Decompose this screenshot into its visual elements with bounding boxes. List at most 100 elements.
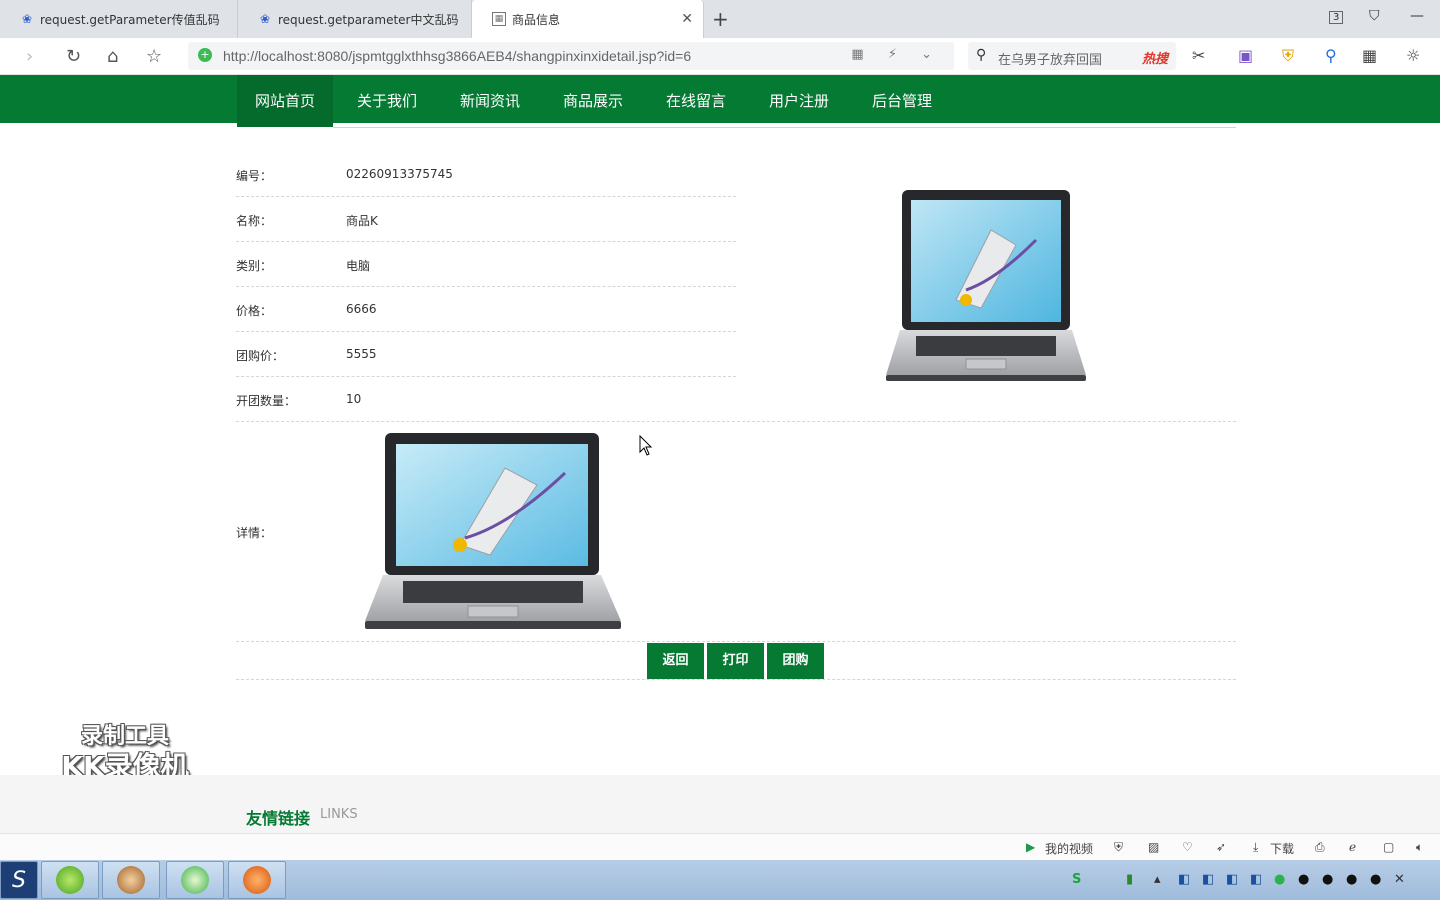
theme-sun-icon[interactable]: ☼ <box>1406 46 1420 65</box>
nav-news[interactable]: 新闻资讯 <box>442 75 538 127</box>
tray-app-icon[interactable]: ◧ <box>1178 872 1190 887</box>
baidu-paw-icon: ❀ <box>259 12 271 26</box>
start-logo-icon: S <box>12 867 26 893</box>
tab-count-badge[interactable]: 3 <box>1329 11 1344 24</box>
mute-icon[interactable]: ✕ <box>1394 872 1405 887</box>
battery-icon[interactable]: ▮ <box>1126 872 1133 887</box>
download-link[interactable]: 下载 <box>1270 840 1294 857</box>
taskbar-app-1[interactable] <box>41 861 99 899</box>
nav-products[interactable]: 商品展示 <box>545 75 641 127</box>
tab-title: request.getparameter中文乱码 <box>278 12 459 27</box>
reload-icon[interactable]: ↻ <box>66 46 81 67</box>
url-actions-icons[interactable]: ▦ ⚡ ⌄ <box>851 47 942 62</box>
tray-app-icon[interactable]: ◧ <box>1202 872 1214 887</box>
tab-title: 商品信息 <box>512 12 561 27</box>
volume-icon[interactable]: 🔈︎ <box>1416 840 1423 855</box>
divider <box>236 421 1236 422</box>
os-taskbar: S S ▮ ▴ ◧ ◧ ◧ ◧ ● ● ● ● ● ✕ <box>0 860 1440 900</box>
taskbar-app-2[interactable] <box>102 861 160 899</box>
back-button[interactable]: 返回 <box>647 643 704 679</box>
wallet-icon[interactable]: ⛨ <box>1282 46 1294 66</box>
field-row-name: 名称： 商品K <box>236 197 736 242</box>
browser-app-icon <box>181 866 209 894</box>
recorder-watermark: 录制工具 KK录像机 <box>50 722 200 782</box>
tray-expand-icon[interactable]: ▴ <box>1154 872 1161 887</box>
close-tab-icon[interactable]: ✕ <box>681 11 693 27</box>
browser-tab-1[interactable]: ❀ request.getParameter传值乱码 <box>0 0 238 38</box>
apps-grid-icon[interactable]: ▦ <box>1362 46 1377 65</box>
search-icon: ⚲ <box>976 47 987 63</box>
image-icon[interactable]: ▨ <box>1148 840 1159 854</box>
baidu-paw-icon: ❀ <box>21 12 33 26</box>
mouse-cursor-icon <box>639 435 653 456</box>
search-suggestion: 在乌男子放弃回国 <box>998 53 1103 68</box>
ie-mode-icon[interactable]: ℯ <box>1349 840 1356 854</box>
forward-icon[interactable]: › <box>26 46 33 67</box>
nav-register[interactable]: 用户注册 <box>751 75 847 127</box>
wechat-icon[interactable]: ● <box>1274 872 1285 887</box>
green-app-icon <box>56 866 84 894</box>
field-value: 02260913375745 <box>346 167 453 181</box>
home-icon[interactable]: ⌂ <box>107 46 118 67</box>
heart-icon[interactable]: ♡ <box>1182 840 1193 854</box>
product-image <box>886 190 1086 381</box>
find-icon[interactable]: ⚲ <box>1325 46 1337 65</box>
start-button[interactable]: S <box>0 861 38 899</box>
download-icon[interactable]: ⤓ <box>1253 840 1258 855</box>
qq-icon[interactable]: ● <box>1370 872 1381 887</box>
shield-icon[interactable]: ⛨ <box>1114 840 1123 855</box>
nav-admin[interactable]: 后台管理 <box>854 75 950 127</box>
browser-tab-bar: ❀ request.getParameter传值乱码 ❀ request.get… <box>0 0 1440 38</box>
window-icon[interactable]: ▢ <box>1383 840 1394 854</box>
rocket-icon[interactable]: ➶ <box>1216 840 1226 854</box>
qq-icon[interactable]: ● <box>1298 872 1309 887</box>
url-field[interactable]: + http://localhost:8080/jspmtgglxthhsg38… <box>188 42 954 70</box>
minimize-icon[interactable]: — <box>1410 8 1424 24</box>
footer-title: 友情链接 <box>246 809 311 828</box>
nav-messages[interactable]: 在线留言 <box>648 75 744 127</box>
bookmark-star-icon[interactable]: ☆ <box>146 46 162 67</box>
scissors-icon[interactable]: ✂ <box>1192 46 1205 65</box>
site-nav: 网站首页 关于我们 新闻资讯 商品展示 在线留言 用户注册 后台管理 <box>0 75 1440 127</box>
print-icon[interactable]: ⎙ <box>1315 840 1325 855</box>
print-button[interactable]: 打印 <box>707 643 764 679</box>
group-buy-button[interactable]: 团购 <box>767 643 824 679</box>
browser-tab-2[interactable]: ❀ request.getparameter中文乱码 <box>238 0 472 38</box>
divider <box>236 641 1236 642</box>
nav-about[interactable]: 关于我们 <box>339 75 435 127</box>
detail-image <box>365 433 621 629</box>
watermark-line1: 录制工具 <box>80 724 169 749</box>
new-tab-icon[interactable]: + <box>712 7 729 31</box>
search-field[interactable]: ⚲ 在乌男子放弃回国 热搜 <box>968 42 1176 70</box>
field-value: 6666 <box>346 302 377 316</box>
taskbar-app-4[interactable] <box>228 861 286 899</box>
footer-links: 友情链接 LINKS <box>0 775 1440 833</box>
browser-status-bar: ▶ 我的视频 ⛨ ▨ ♡ ➶ ⤓ 下载 ⎙ ℯ ▢ 🔈︎ <box>0 833 1440 860</box>
tab-title: request.getParameter传值乱码 <box>40 12 220 27</box>
field-label: 编号： <box>236 169 273 183</box>
shirt-skin-icon[interactable]: ⛉ <box>1369 8 1380 24</box>
address-toolbar: › ↻ ⌂ ☆ + http://localhost:8080/jspmtggl… <box>0 38 1440 75</box>
browser-tab-active[interactable]: ▦ 商品信息 ✕ <box>472 0 704 38</box>
field-row-price: 价格： 6666 <box>236 287 736 332</box>
tray-app-icon[interactable]: ◧ <box>1250 872 1262 887</box>
tray-app-icon[interactable]: ◧ <box>1226 872 1238 887</box>
translate-icon[interactable]: ▣ <box>1238 46 1253 65</box>
qq-icon[interactable]: ● <box>1322 872 1333 887</box>
monkey-app-icon <box>117 866 145 894</box>
video-play-icon[interactable]: ▶ <box>1026 840 1035 854</box>
taskbar-app-3[interactable] <box>166 861 224 899</box>
nav-home[interactable]: 网站首页 <box>237 75 334 127</box>
field-value: 商品K <box>346 214 378 228</box>
field-value: 10 <box>346 392 362 406</box>
my-video-link[interactable]: 我的视频 <box>1045 840 1093 857</box>
field-row-group-size: 开团数量： 10 <box>236 377 736 422</box>
qq-icon[interactable]: ● <box>1346 872 1357 887</box>
field-value: 5555 <box>346 347 377 361</box>
ime-icon[interactable]: S <box>1072 872 1081 887</box>
field-label: 价格： <box>236 304 273 318</box>
recorder-app-icon <box>243 866 271 894</box>
detail-label: 详情： <box>236 526 273 540</box>
field-label: 开团数量： <box>236 394 297 408</box>
page-thumbnail-icon: ▦ <box>492 12 506 26</box>
